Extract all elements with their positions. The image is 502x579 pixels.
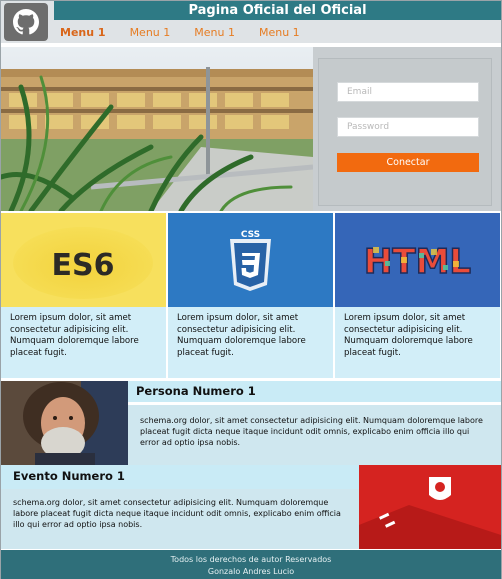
- github-icon: [13, 9, 39, 35]
- card-es6: ES6 Lorem ipsum dolor, sit amet consecte…: [1, 213, 166, 378]
- html-logo: HTML: [335, 213, 500, 307]
- person-description: schema.org dolor, sit amet consectetur a…: [128, 405, 501, 465]
- email-field[interactable]: Email: [337, 82, 479, 102]
- menu-item-4[interactable]: Menu 1: [259, 26, 300, 39]
- connect-button[interactable]: Conectar: [337, 153, 479, 172]
- footer-copyright: Todos los derechos de autor Reservados: [170, 555, 332, 564]
- campus-photo: [1, 47, 313, 211]
- page-title: Pagina Oficial del Oficial: [54, 1, 501, 20]
- es6-logo-text: ES6: [52, 248, 115, 283]
- footer: Todos los derechos de autor Reservados G…: [1, 550, 501, 579]
- menu-item-1[interactable]: Menu 1: [60, 26, 106, 39]
- card-html-text: Lorem ipsum dolor, sit amet consectetur …: [335, 307, 500, 378]
- hero-section: Email Password Conectar: [1, 47, 501, 211]
- css3-logo-text: CSS: [241, 230, 260, 240]
- card-html: HTML Lorem ipsum dolor, sit amet consect…: [335, 213, 500, 378]
- css3-logo: CSS: [168, 213, 333, 307]
- tech-cards: ES6 Lorem ipsum dolor, sit amet consecte…: [1, 213, 501, 378]
- logo[interactable]: [4, 3, 48, 41]
- main-menu: Menu 1 Menu 1 Menu 1 Menu 1: [54, 21, 501, 43]
- page: Pagina Oficial del Oficial Menu 1 Menu 1…: [0, 0, 502, 579]
- event-description: schema.org dolor, sit amet consectetur a…: [1, 489, 359, 549]
- login-form: Email Password Conectar: [318, 58, 492, 206]
- menu-item-2[interactable]: Menu 1: [130, 26, 171, 39]
- card-es6-text: Lorem ipsum dolor, sit amet consectetur …: [1, 307, 166, 378]
- menu-item-3[interactable]: Menu 1: [194, 26, 235, 39]
- password-field[interactable]: Password: [337, 117, 479, 137]
- person-title: Persona Numero 1: [136, 384, 256, 398]
- header: Pagina Oficial del Oficial Menu 1 Menu 1…: [1, 1, 501, 43]
- event-title: Evento Numero 1: [13, 469, 125, 483]
- person-photo: [1, 381, 128, 465]
- card-css-text: Lorem ipsum dolor, sit amet consectetur …: [168, 307, 333, 378]
- event-photo: [359, 465, 501, 549]
- card-css: CSS Lorem ipsum dolor, sit amet consecte…: [168, 213, 333, 378]
- es6-logo: ES6: [1, 213, 166, 307]
- footer-author: Gonzalo Andres Lucio: [207, 567, 295, 576]
